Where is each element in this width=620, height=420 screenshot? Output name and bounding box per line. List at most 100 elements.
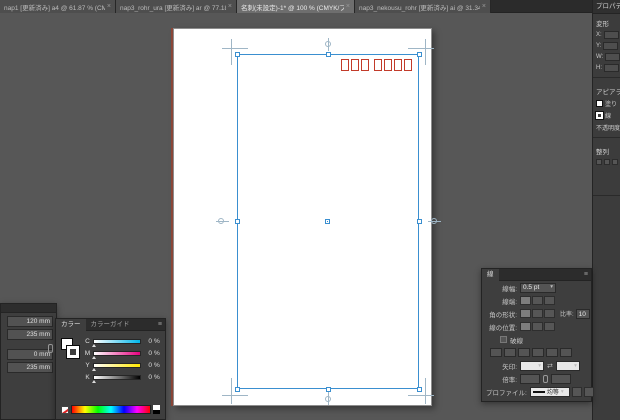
- document-tab-4[interactable]: nap3_nekousu_rohr [更新済み] ai @ 31.34 % (C…: [355, 0, 491, 13]
- slider-knob[interactable]: [92, 379, 96, 383]
- panel-header[interactable]: [1, 304, 56, 313]
- align-right-button[interactable]: [612, 159, 618, 165]
- chevron-down-icon[interactable]: ▾: [550, 283, 553, 292]
- tab-color[interactable]: カラー: [56, 318, 86, 331]
- y-field[interactable]: [603, 41, 619, 50]
- cap-projecting-button[interactable]: [544, 296, 555, 305]
- black-value[interactable]: 0: [143, 374, 152, 381]
- align-center-button[interactable]: [604, 159, 610, 165]
- miter-limit-field[interactable]: 10: [575, 308, 590, 319]
- appearance-section-title: アピアランス: [596, 89, 620, 96]
- swap-arrowheads-icon[interactable]: ⇄: [544, 362, 556, 370]
- close-icon[interactable]: ×: [482, 3, 486, 10]
- selection-handle-sw[interactable]: [235, 387, 240, 392]
- black-slider-row: K 0 %: [84, 371, 164, 383]
- flip-across-button[interactable]: [583, 386, 594, 397]
- arrow-scale-end-field[interactable]: [551, 373, 571, 384]
- tab-stroke[interactable]: 線: [482, 268, 499, 281]
- width-profile-dropdown[interactable]: 均等 ▾: [529, 386, 570, 397]
- link-icon[interactable]: [543, 374, 548, 383]
- magenta-label: M: [84, 349, 91, 357]
- properties-panel-title[interactable]: プロパティ: [593, 0, 620, 14]
- w-field[interactable]: [605, 52, 620, 61]
- flip-along-button[interactable]: [571, 386, 582, 397]
- magenta-value[interactable]: 0: [143, 350, 152, 357]
- arrow-scale-start-field[interactable]: [520, 373, 540, 384]
- magenta-slider[interactable]: [92, 350, 141, 359]
- close-icon[interactable]: ×: [346, 3, 350, 10]
- transform-field-4[interactable]: 235 mm: [7, 362, 53, 373]
- selection-handle-n[interactable]: [326, 52, 331, 57]
- document-tab-label: 名刺(未設定)-1* @ 100 % (CMYK/プレビュー): [241, 4, 344, 12]
- h-field[interactable]: [604, 63, 619, 72]
- align-stroke-inside-button[interactable]: [532, 322, 543, 331]
- transform-field-3[interactable]: 0 mm: [7, 348, 53, 360]
- arrowhead-end-dropdown[interactable]: ▾: [555, 360, 580, 371]
- cyan-slider[interactable]: [92, 338, 141, 347]
- document-tab-1[interactable]: nap1 [更新済み] a4 @ 61.87 % (CMYK/プレビュー) ×: [0, 0, 116, 13]
- dash-field[interactable]: [490, 348, 502, 357]
- cap-round-button[interactable]: [532, 296, 543, 305]
- cap-butt-button[interactable]: [520, 296, 531, 305]
- cyan-slider-row: C 0 %: [84, 335, 164, 347]
- align-stroke-outside-button[interactable]: [544, 322, 555, 331]
- selection-handle-ne[interactable]: [417, 52, 422, 57]
- close-icon[interactable]: ×: [107, 3, 111, 10]
- panel-menu-icon[interactable]: ≡: [584, 271, 591, 278]
- gap-field[interactable]: [504, 348, 516, 357]
- transform-mini-panel: 120 mm 235 mm 0 mm 235 mm: [0, 303, 57, 420]
- document-tab-2[interactable]: nap3_rohr_ura [更新済み] ar @ 77.18 % (CMYK/…: [116, 0, 237, 13]
- color-panel-header: カラー カラーガイド ≡: [56, 318, 165, 331]
- chevron-down-icon: ▾: [560, 388, 564, 395]
- none-color-swatch[interactable]: [61, 405, 69, 414]
- slider-knob[interactable]: [92, 343, 96, 347]
- document-tab-3-active[interactable]: 名刺(未設定)-1* @ 100 % (CMYK/プレビュー) ×: [237, 0, 355, 13]
- selection-handle-s[interactable]: [326, 387, 331, 392]
- selection-handle-se[interactable]: [417, 387, 422, 392]
- slider-knob[interactable]: [92, 355, 96, 359]
- color-spectrum-bar[interactable]: [71, 405, 151, 414]
- tab-color-guide[interactable]: カラーガイド: [86, 319, 135, 331]
- arrowheads-label: 矢印:: [502, 363, 517, 371]
- transform-field-2[interactable]: 235 mm: [7, 329, 53, 340]
- stroke-proxy-swatch[interactable]: [66, 345, 80, 359]
- cyan-value[interactable]: 0: [143, 338, 152, 345]
- slider-knob[interactable]: [92, 367, 96, 371]
- join-round-button[interactable]: [532, 309, 543, 318]
- transform-field-1[interactable]: 120 mm: [7, 315, 53, 327]
- dash-field[interactable]: [546, 348, 558, 357]
- black-slider[interactable]: [92, 374, 141, 383]
- close-icon[interactable]: ×: [228, 3, 232, 10]
- selection-handle-e[interactable]: [417, 219, 422, 224]
- x-field[interactable]: [603, 30, 619, 39]
- join-bevel-button[interactable]: [544, 309, 555, 318]
- black-white-swatches[interactable]: [153, 405, 160, 414]
- h-label: H:: [596, 64, 602, 71]
- link-icon[interactable]: [48, 344, 53, 353]
- stroke-weight-field[interactable]: 0.5 pt ▾: [520, 282, 556, 293]
- yellow-value[interactable]: 0: [143, 362, 152, 369]
- align-stroke-center-button[interactable]: [520, 322, 531, 331]
- arrow-scale-row: 倍率:: [482, 372, 591, 385]
- gap-field[interactable]: [560, 348, 572, 357]
- selection-handle-nw[interactable]: [235, 52, 240, 57]
- gap-field[interactable]: [532, 348, 544, 357]
- selection-center-point[interactable]: [325, 219, 330, 224]
- x-label: X:: [596, 31, 602, 38]
- selection-handle-w[interactable]: [235, 219, 240, 224]
- panel-menu-icon[interactable]: ≡: [158, 321, 165, 328]
- divider: [593, 77, 620, 78]
- yellow-slider[interactable]: [92, 362, 141, 371]
- dash-field[interactable]: [518, 348, 530, 357]
- percent-label: %: [154, 337, 160, 345]
- illustrator-window: nap1 [更新済み] a4 @ 61.87 % (CMYK/プレビュー) × …: [0, 0, 620, 420]
- magenta-slider-row: M 0 %: [84, 347, 164, 359]
- dashed-line-checkbox[interactable]: [500, 336, 507, 343]
- arrowhead-start-dropdown[interactable]: ▾: [520, 360, 544, 371]
- opacity-label: 不透明度: [596, 125, 620, 132]
- align-left-button[interactable]: [596, 159, 602, 165]
- join-miter-button[interactable]: [520, 309, 531, 318]
- yellow-label: Y: [85, 361, 90, 369]
- fill-swatch[interactable]: [596, 99, 603, 107]
- stroke-swatch[interactable]: [595, 110, 604, 120]
